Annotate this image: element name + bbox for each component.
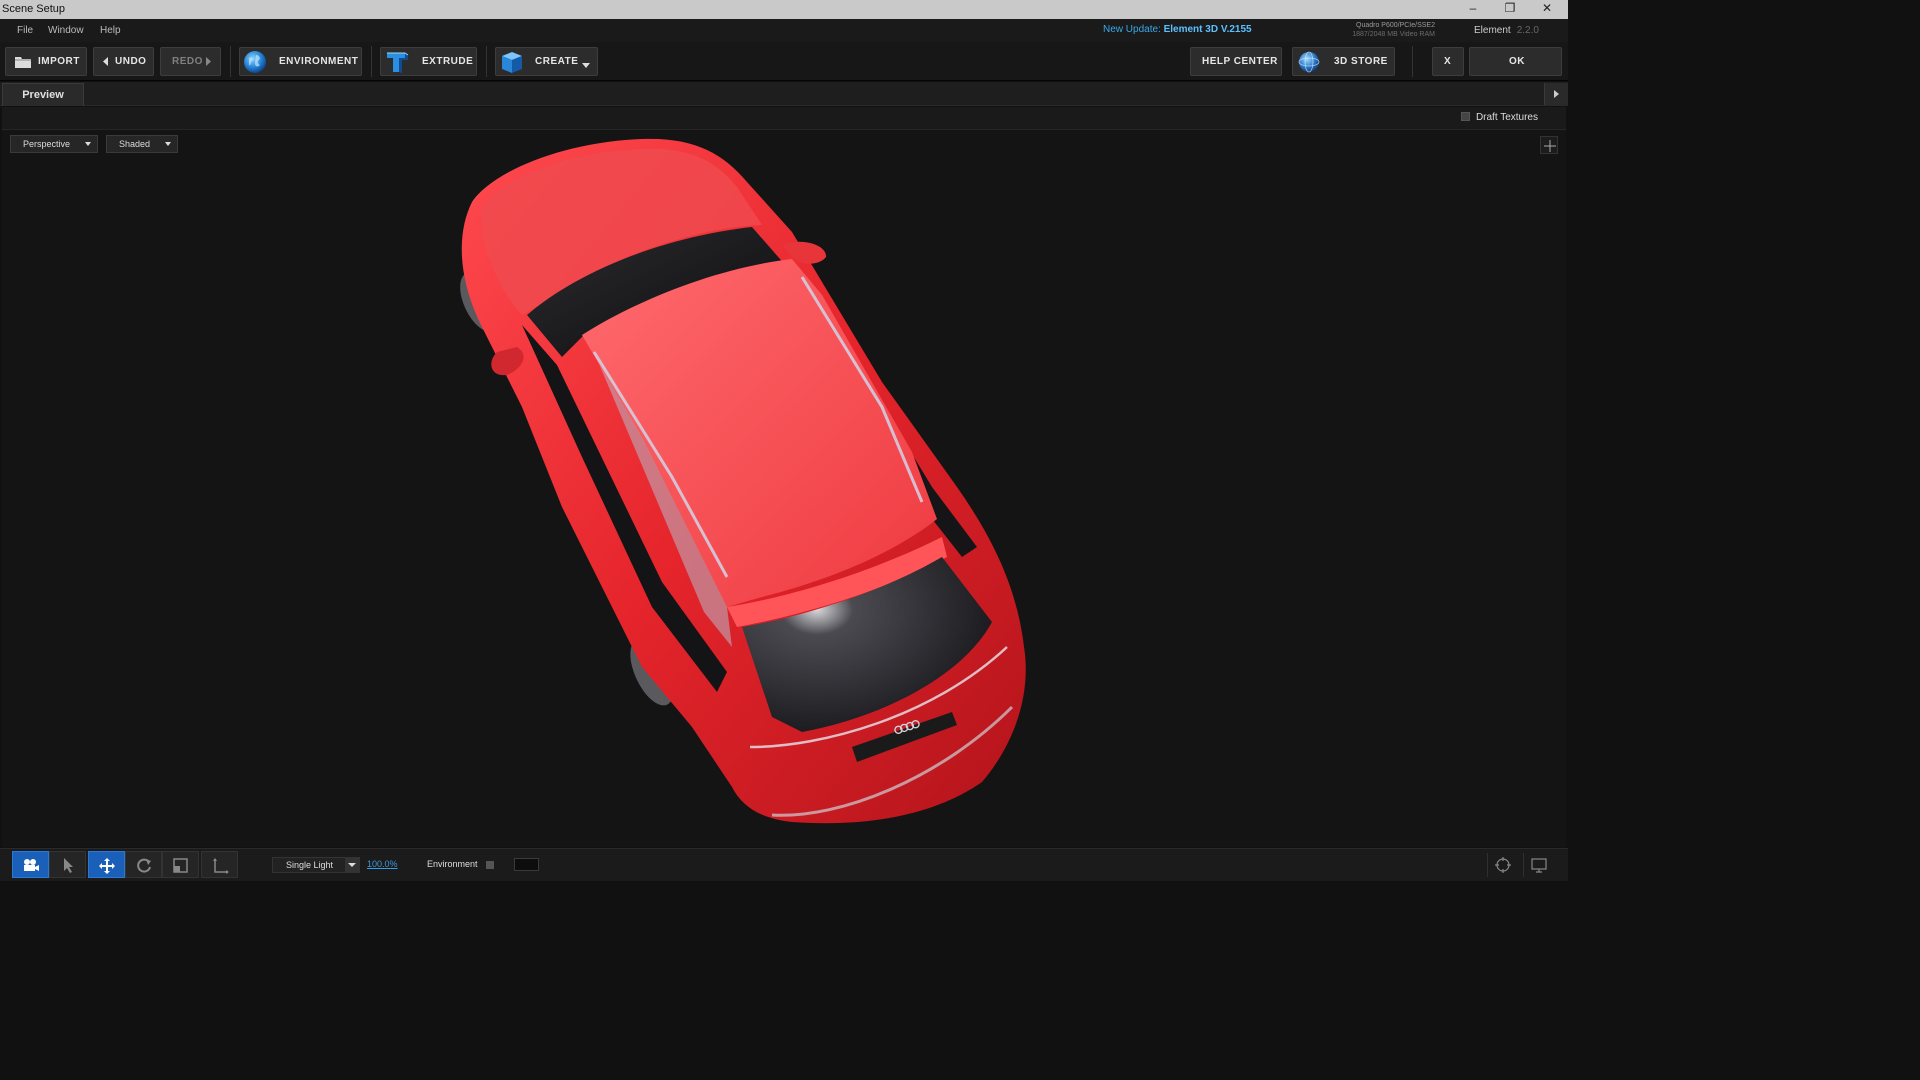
folder-icon xyxy=(14,54,32,72)
light-mode-dropdown[interactable]: Single Light xyxy=(272,857,360,873)
display-button[interactable] xyxy=(1523,853,1553,877)
light-intensity-value[interactable]: 100.0% xyxy=(367,859,398,869)
target-icon xyxy=(1495,857,1511,873)
update-notice[interactable]: New Update: Element 3D V.2155 xyxy=(1103,24,1252,35)
rotate-icon xyxy=(137,858,151,873)
main-toolbar: IMPORT UNDO REDO ENVIRONMENT EXTRUDE CRE… xyxy=(0,42,1568,81)
panel-expand-button[interactable] xyxy=(1544,83,1568,105)
extrude-icon xyxy=(385,51,409,77)
chevron-down-icon xyxy=(85,142,91,146)
axis-icon xyxy=(213,858,229,874)
create-button[interactable]: CREATE xyxy=(495,47,598,76)
environment-button[interactable]: ENVIRONMENT xyxy=(239,47,362,76)
restore-button[interactable]: ❐ xyxy=(1492,0,1528,19)
scale-icon xyxy=(173,858,188,873)
window-title: Scene Setup xyxy=(2,3,65,15)
chevron-down-icon xyxy=(345,858,359,872)
minimize-button[interactable]: – xyxy=(1455,0,1491,19)
chevron-down-icon xyxy=(165,142,171,146)
globe-icon xyxy=(243,50,267,77)
gpu-name: Quadro P600/PCIe/SSE2 xyxy=(1356,22,1435,29)
cube-icon xyxy=(500,51,524,77)
toolbar-divider xyxy=(230,46,231,77)
panel-tabs: Preview xyxy=(0,82,1568,106)
title-bar: Scene Setup – ❐ ✕ xyxy=(0,0,1568,19)
draft-textures-checkbox[interactable] xyxy=(1460,112,1470,121)
3d-store-button[interactable]: 3D STORE xyxy=(1292,47,1395,76)
cancel-button[interactable]: X xyxy=(1432,47,1464,76)
viewport-options-bar: Draft Textures xyxy=(2,107,1566,130)
undo-arrow-icon xyxy=(103,57,109,69)
import-button[interactable]: IMPORT xyxy=(5,47,87,76)
maximize-viewport-button[interactable] xyxy=(1540,136,1558,154)
app-info: Element 2.2.0 xyxy=(1474,25,1539,36)
menu-file[interactable]: File xyxy=(17,25,33,36)
toolbar-divider xyxy=(486,46,487,77)
menu-bar: File Window Help New Update: Element 3D … xyxy=(0,19,1568,42)
select-tool-button[interactable] xyxy=(49,851,86,878)
environment-checkbox[interactable] xyxy=(486,861,494,869)
move-tool-button[interactable] xyxy=(88,851,125,878)
camera-icon xyxy=(24,859,39,871)
menu-help[interactable]: Help xyxy=(100,25,121,36)
update-prefix: New Update: xyxy=(1103,24,1161,35)
preview-viewport[interactable]: Draft Textures Perspective Shaded xyxy=(2,107,1566,847)
axis-tool-button[interactable] xyxy=(201,851,238,878)
help-center-button[interactable]: HELP CENTER xyxy=(1190,47,1282,76)
crosshair-icon xyxy=(1544,140,1556,152)
extrude-button[interactable]: EXTRUDE xyxy=(380,47,477,76)
globe-icon xyxy=(1298,51,1320,76)
toolbar-divider xyxy=(371,46,372,77)
camera-tool-button[interactable] xyxy=(12,851,49,878)
rotate-tool-button[interactable] xyxy=(125,851,162,878)
gpu-vram: 1887/2048 MB Video RAM xyxy=(1352,31,1435,38)
update-version[interactable]: Element 3D V.2155 xyxy=(1164,24,1252,35)
redo-button[interactable]: REDO xyxy=(160,47,221,76)
environment-label: Environment xyxy=(427,859,478,869)
tab-preview[interactable]: Preview xyxy=(2,83,84,106)
redo-arrow-icon xyxy=(206,57,212,69)
car-render xyxy=(460,138,1026,824)
undo-button[interactable]: UNDO xyxy=(93,47,154,76)
shading-dropdown[interactable]: Shaded xyxy=(106,135,178,153)
background-color-swatch[interactable] xyxy=(514,858,539,871)
window-close-button[interactable]: ✕ xyxy=(1529,0,1565,19)
draft-textures-toggle[interactable]: Draft Textures xyxy=(1460,112,1538,123)
toolbar-divider xyxy=(1412,46,1413,77)
pointer-icon xyxy=(64,858,73,873)
ok-button[interactable]: OK xyxy=(1469,47,1562,76)
monitor-icon xyxy=(1531,858,1547,873)
app-name: Element xyxy=(1474,25,1511,36)
view-mode-dropdown[interactable]: Perspective xyxy=(10,135,98,153)
menu-window[interactable]: Window xyxy=(48,25,84,36)
bottom-toolbar: Single Light 100.0% Environment xyxy=(0,848,1568,881)
scale-tool-button[interactable] xyxy=(162,851,199,878)
move-icon xyxy=(99,858,115,874)
gpu-info: Quadro P600/PCIe/SSE2 1887/2048 MB Video… xyxy=(1340,21,1435,39)
chevron-down-icon xyxy=(582,60,590,71)
app-version: 2.2.0 xyxy=(1516,25,1539,36)
target-button[interactable] xyxy=(1487,853,1517,877)
